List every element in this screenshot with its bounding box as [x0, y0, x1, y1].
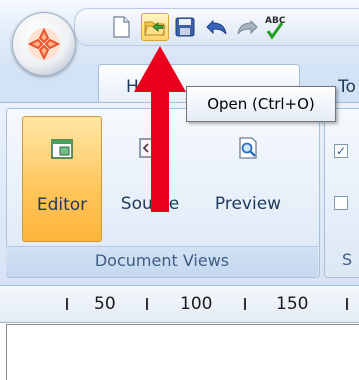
document-editor-area[interactable]	[6, 324, 359, 380]
undo-icon	[206, 19, 227, 35]
ruler-label-100: 100	[180, 294, 213, 314]
ruler-tick	[244, 298, 246, 310]
redo-button[interactable]	[233, 13, 261, 41]
annotation-arrow-icon	[134, 46, 186, 212]
application-menu-button[interactable]	[12, 12, 76, 76]
tab-next-label[interactable]: To	[338, 77, 356, 97]
ruler-tick	[346, 298, 348, 310]
open-button[interactable]	[141, 13, 169, 41]
second-group-caption: S	[342, 250, 353, 269]
ruler-tick	[146, 298, 148, 310]
editor-view-label: Editor	[36, 195, 88, 215]
ruler-tick	[66, 298, 68, 310]
quick-access-toolbar: ABC	[74, 8, 359, 46]
new-document-button[interactable]	[107, 13, 135, 41]
app-logo-icon	[27, 27, 61, 61]
spellcheck-icon: ABC	[265, 16, 286, 40]
new-document-icon	[113, 16, 130, 38]
redo-icon	[237, 19, 258, 35]
ruler-label-150: 150	[276, 294, 309, 314]
editor-view-icon	[51, 139, 73, 159]
option-checkbox-1[interactable]: ✓	[334, 144, 348, 158]
open-tooltip: Open (Ctrl+O)	[186, 86, 336, 122]
option-checkbox-2[interactable]	[334, 196, 348, 210]
document-views-caption: Document Views	[94, 251, 230, 270]
save-icon	[175, 17, 195, 37]
editor-view-button[interactable]: Editor	[22, 116, 102, 242]
open-folder-icon	[144, 21, 166, 36]
undo-button[interactable]	[203, 13, 231, 41]
preview-view-icon	[239, 137, 257, 159]
spellcheck-button[interactable]: ABC	[263, 13, 291, 41]
preview-view-label: Preview	[214, 194, 282, 214]
save-button[interactable]	[171, 13, 199, 41]
preview-view-button[interactable]: Preview	[208, 116, 288, 242]
ruler-label-50: 50	[94, 294, 116, 314]
